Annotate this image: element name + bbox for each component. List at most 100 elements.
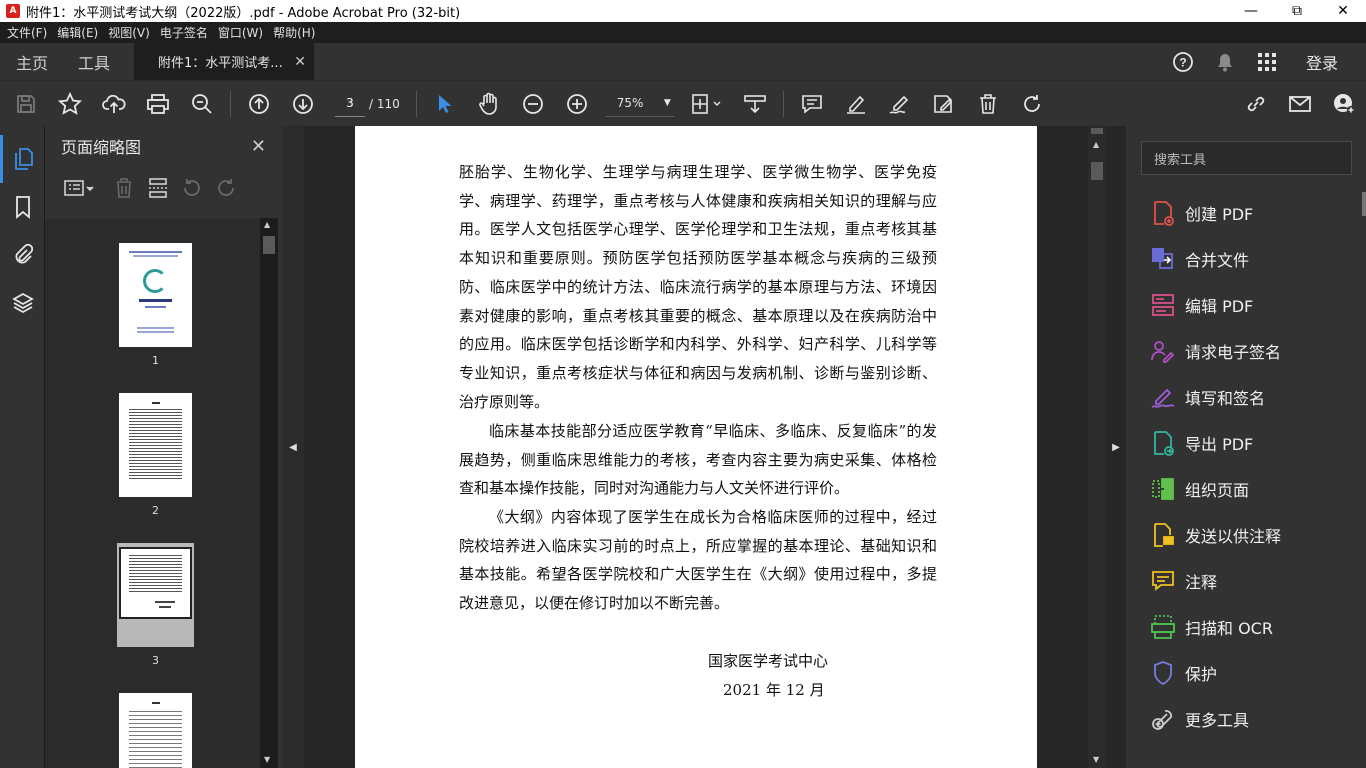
menu-file[interactable]: 文件(F)	[2, 24, 52, 41]
collapse-left-panel-icon[interactable]: ◀	[282, 126, 304, 768]
thumbnail-toolbar	[45, 166, 282, 210]
select-cursor-icon[interactable]	[423, 81, 467, 127]
search-tools-input[interactable]: 搜索工具	[1141, 141, 1352, 175]
menu-edit[interactable]: 编辑(E)	[52, 24, 103, 41]
redo-rotate-icon[interactable]	[1010, 81, 1054, 127]
page-number-input[interactable]: 3	[335, 91, 365, 117]
fit-page-icon[interactable]	[681, 81, 733, 127]
rotate-right-icon[interactable]	[209, 173, 243, 203]
tool-comment[interactable]: 注释	[1148, 566, 1217, 596]
tool-scan-ocr[interactable]: 扫描和 OCR	[1148, 612, 1273, 642]
close-tab-icon[interactable]: ✕	[294, 54, 306, 70]
page-thumbnail-2[interactable]	[119, 393, 192, 497]
attachments-paperclip-icon[interactable]	[0, 231, 45, 279]
tab-home[interactable]: 主页	[0, 43, 62, 80]
thumbnail-page-number: 3	[152, 654, 159, 667]
search-zoom-icon[interactable]	[180, 81, 224, 127]
scroll-mode-icon[interactable]	[733, 81, 777, 127]
upload-cloud-icon[interactable]	[92, 81, 136, 127]
scan-ocr-icon	[1148, 612, 1178, 642]
tool-label: 创建 PDF	[1185, 205, 1254, 224]
document-scrollbar[interactable]: ▲ ▼	[1088, 126, 1106, 768]
scroll-down-arrow-icon[interactable]: ▼	[1093, 755, 1099, 764]
zoom-out-icon[interactable]	[511, 81, 555, 127]
toolbar-divider	[782, 90, 784, 117]
notification-bell-icon[interactable]	[1204, 52, 1246, 72]
email-envelope-icon[interactable]	[1278, 81, 1322, 127]
previous-page-icon[interactable]	[237, 81, 281, 127]
menu-view[interactable]: 视图(V)	[103, 24, 155, 41]
extract-page-icon[interactable]	[141, 173, 175, 203]
scroll-up-arrow-icon[interactable]: ▲	[264, 220, 270, 229]
tool-request-signature[interactable]: 请求电子签名	[1148, 336, 1281, 366]
tool-label: 注释	[1185, 573, 1218, 592]
restore-button[interactable]: ⧉	[1274, 0, 1320, 22]
tool-organize-pages[interactable]: 组织页面	[1148, 474, 1249, 504]
close-window-button[interactable]: ✕	[1320, 0, 1366, 22]
highlight-pen-icon[interactable]	[834, 81, 878, 127]
document-scroll-thumb[interactable]	[1091, 162, 1103, 180]
toolbar-divider	[230, 90, 231, 117]
hand-tool-icon[interactable]	[467, 81, 511, 127]
delete-trash-icon[interactable]	[966, 81, 1010, 127]
request-signature-icon	[1148, 336, 1178, 366]
tool-label: 合并文件	[1185, 251, 1250, 270]
thumbnail-scrollbar[interactable]: ▲ ▼	[260, 218, 278, 768]
comment-icon	[1148, 566, 1178, 596]
tool-edit-pdf[interactable]: 编辑 PDF	[1148, 290, 1253, 320]
expand-right-panel-icon[interactable]: ▶	[1106, 126, 1126, 768]
tab-tools[interactable]: 工具	[62, 43, 124, 80]
help-icon[interactable]: ?	[1162, 51, 1204, 73]
close-panel-icon[interactable]: ✕	[251, 136, 266, 157]
tool-more-tools[interactable]: 更多工具	[1148, 704, 1249, 734]
page-thumbnail-3[interactable]	[119, 547, 192, 619]
rotate-left-icon[interactable]	[175, 173, 209, 203]
layers-icon[interactable]	[0, 279, 45, 327]
minimize-button[interactable]: —	[1228, 0, 1274, 22]
draw-sign-icon[interactable]	[878, 81, 922, 127]
print-icon[interactable]	[136, 81, 180, 127]
svg-text:?: ?	[1179, 55, 1186, 69]
tool-create-pdf[interactable]: 创建 PDF	[1148, 198, 1253, 228]
scroll-up-arrow-icon[interactable]: ▲	[1093, 140, 1099, 149]
page-thumbnail-1[interactable]	[119, 243, 192, 347]
tab-bar: 主页 工具 附件1：水平测试考... ✕ ? 登录	[0, 43, 1366, 80]
tool-send-for-comments[interactable]: 发送以供注释	[1148, 520, 1281, 550]
bookmark-star-icon[interactable]	[48, 81, 92, 127]
zoom-level-select[interactable]: 75% ▼	[604, 91, 675, 117]
page-thumbnails-icon[interactable]	[0, 135, 45, 183]
add-user-share-icon[interactable]	[1322, 81, 1366, 127]
tool-export-pdf[interactable]: 导出 PDF	[1148, 428, 1253, 458]
apps-grid-icon[interactable]	[1246, 52, 1288, 72]
zoom-level-value: 75%	[616, 96, 644, 110]
tool-label: 组织页面	[1185, 481, 1250, 500]
thumbnail-list: 1 2 3	[45, 218, 260, 768]
menu-help[interactable]: 帮助(H)	[268, 24, 320, 41]
tool-fill-sign[interactable]: 填写和签名	[1148, 382, 1265, 412]
tab-document[interactable]: 附件1：水平测试考... ✕	[134, 43, 315, 80]
signature-organization: 国家医学考试中心	[708, 652, 829, 670]
zoom-in-icon[interactable]	[555, 81, 599, 127]
edit-text-icon[interactable]	[922, 81, 966, 127]
document-viewer: 胚胎学、生物化学、生理学与病理生理学、医学微生物学、医学免疫学、病理学、药理学，…	[304, 126, 1088, 768]
save-icon[interactable]	[4, 81, 48, 127]
create-pdf-icon	[1148, 198, 1178, 228]
delete-page-icon[interactable]	[107, 173, 141, 203]
scroll-down-arrow-icon[interactable]: ▼	[264, 755, 270, 764]
login-button[interactable]: 登录	[1288, 50, 1366, 74]
bookmarks-icon[interactable]	[0, 183, 45, 231]
thumbnail-options-icon[interactable]	[59, 173, 99, 203]
next-page-icon[interactable]	[281, 81, 325, 127]
comment-icon[interactable]	[790, 81, 834, 127]
fill-sign-icon	[1148, 382, 1178, 412]
thumbnail-scroll-thumb[interactable]	[263, 236, 275, 254]
menu-esign[interactable]: 电子签名	[155, 24, 213, 41]
tool-protect[interactable]: 保护	[1148, 658, 1217, 688]
menu-window[interactable]: 窗口(W)	[213, 24, 268, 41]
page-thumbnails-panel: 页面缩略图 ✕ 1 2 3 ▲ ▼	[45, 126, 282, 768]
share-link-icon[interactable]	[1234, 81, 1278, 127]
page-thumbnail-4[interactable]	[119, 693, 192, 768]
tools-panel-scrollbar[interactable]	[1362, 192, 1366, 216]
tool-label: 请求电子签名	[1185, 343, 1282, 362]
tool-combine-files[interactable]: 合并文件	[1148, 244, 1249, 274]
